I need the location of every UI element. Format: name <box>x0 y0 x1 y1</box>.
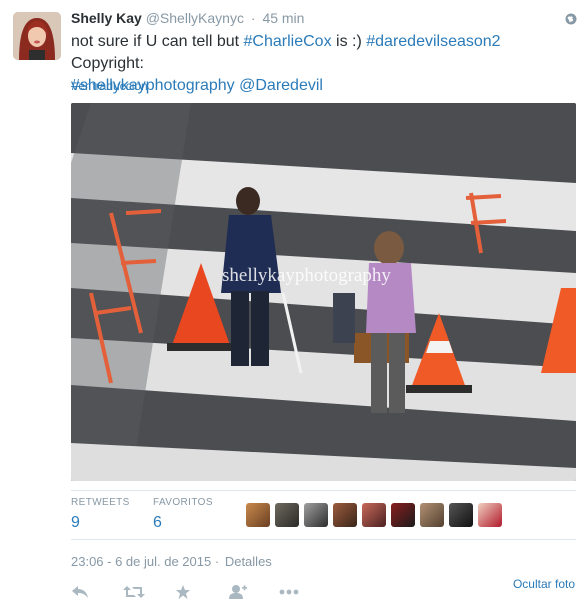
photo-watermark: shellykayphotography <box>222 265 391 286</box>
details-link[interactable]: Detalles <box>225 554 272 569</box>
favorite-icon <box>176 585 190 599</box>
retweet-button[interactable] <box>123 583 175 601</box>
hashtag-link[interactable]: #daredevilseason2 <box>366 33 500 50</box>
follow-button[interactable] <box>227 583 279 601</box>
retweets-stat[interactable]: RETWEETS 9 <box>71 497 130 532</box>
user-username[interactable]: @ShellyKaynyc <box>146 10 244 26</box>
divider <box>71 539 576 540</box>
favorites-label: FAVORITOS <box>153 497 213 508</box>
favoriters-list <box>246 503 502 527</box>
retweets-count[interactable]: 9 <box>71 514 130 532</box>
tweet-text-part: not sure if U can tell but <box>71 33 244 50</box>
tweet-actions <box>71 583 331 601</box>
reply-icon <box>72 586 88 598</box>
header-separator: · <box>250 10 256 26</box>
avatar[interactable] <box>13 12 61 60</box>
mention-link[interactable]: @Daredevil <box>239 77 323 94</box>
tweet-meta: 23:06 - 6 de jul. de 2015 · Detalles <box>71 554 272 569</box>
favoriter-avatar[interactable] <box>478 503 502 527</box>
divider <box>71 490 576 491</box>
favoriter-avatar[interactable] <box>391 503 415 527</box>
tweet-timestamp[interactable]: 23:06 - 6 de jul. de 2015 <box>71 554 211 569</box>
translate-link[interactable]: Ver traducción <box>71 79 148 93</box>
more-icon <box>279 589 299 595</box>
more-button[interactable] <box>279 583 331 601</box>
favoriter-avatar[interactable] <box>304 503 328 527</box>
reply-button[interactable] <box>71 583 123 601</box>
favoriter-avatar[interactable] <box>449 503 473 527</box>
hide-photo-link[interactable]: Ocultar foto <box>513 577 575 591</box>
follow-icon <box>229 585 247 599</box>
favoriter-avatar[interactable] <box>362 503 386 527</box>
meta-separator: · <box>214 554 220 569</box>
tweet-time[interactable]: 45 min <box>262 10 304 26</box>
favoriter-avatar[interactable] <box>246 503 270 527</box>
favoriter-avatar[interactable] <box>420 503 444 527</box>
tweet: Shelly Kay @ShellyKaynyc · 45 min not su… <box>0 0 588 610</box>
favorite-button[interactable] <box>175 583 227 601</box>
tweet-text-part: is :) <box>331 33 367 50</box>
user-fullname[interactable]: Shelly Kay <box>71 10 142 26</box>
tweet-header: Shelly Kay @ShellyKaynyc · 45 min <box>71 10 304 26</box>
retweet-icon <box>123 586 145 598</box>
favorites-count[interactable]: 6 <box>153 514 213 532</box>
tweet-photo[interactable]: shellykayphotography <box>71 103 576 481</box>
globe-icon[interactable] <box>565 13 577 25</box>
tweet-text-part: Copyright: <box>71 55 144 72</box>
favoriter-avatar[interactable] <box>275 503 299 527</box>
retweets-label: RETWEETS <box>71 497 130 508</box>
favoriter-avatar[interactable] <box>333 503 357 527</box>
hashtag-link[interactable]: #CharlieCox <box>244 33 332 50</box>
favorites-stat[interactable]: FAVORITOS 6 <box>153 497 213 532</box>
